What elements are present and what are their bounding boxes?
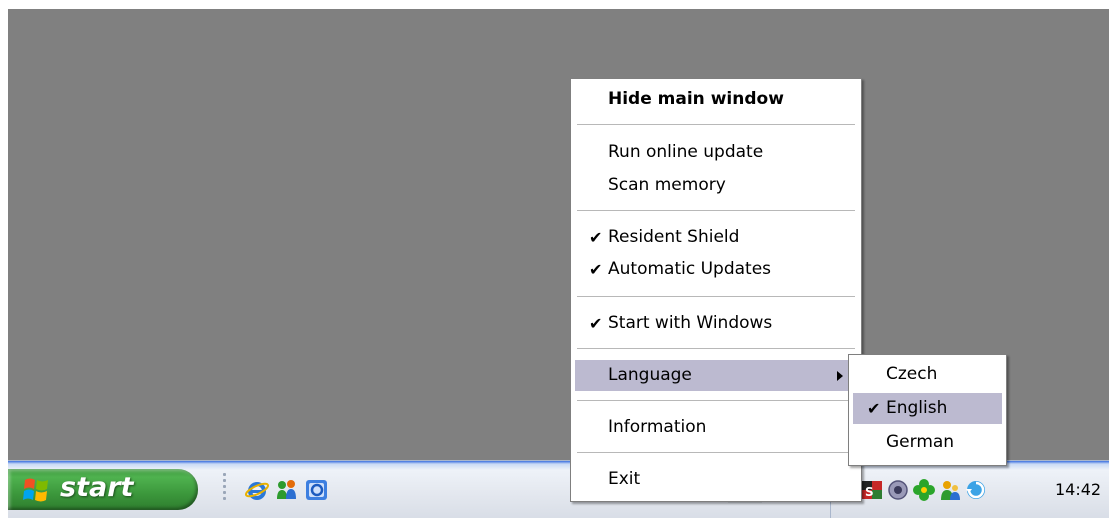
update-tray-icon[interactable] bbox=[965, 479, 987, 501]
check-mark-icon: ✔ bbox=[589, 228, 603, 247]
menu-item-label: Automatic Updates bbox=[608, 259, 772, 279]
taskbar: start EN S bbox=[8, 460, 1109, 518]
network-users-tray-icon[interactable] bbox=[939, 479, 961, 501]
sound-tray-icon[interactable] bbox=[887, 479, 909, 501]
menu-separator bbox=[577, 124, 855, 125]
msn-messenger-icon[interactable] bbox=[274, 477, 300, 503]
menu-item-automatic-updates[interactable]: ✔ Automatic Updates bbox=[575, 254, 857, 285]
menu-item-language[interactable]: Language bbox=[575, 360, 857, 391]
menu-item-scan-memory[interactable]: Scan memory bbox=[575, 170, 857, 201]
menu-item-resident-shield[interactable]: ✔ Resident Shield bbox=[575, 222, 857, 253]
submenu-item-czech[interactable]: Czech bbox=[853, 359, 1002, 390]
menu-item-label: Scan memory bbox=[608, 175, 726, 195]
menu-item-hide-main-window[interactable]: Hide main window bbox=[575, 84, 857, 115]
menu-separator bbox=[577, 452, 855, 453]
language-submenu: Czech ✔ English German bbox=[848, 354, 1007, 466]
start-button[interactable]: start bbox=[8, 469, 198, 510]
svg-text:S: S bbox=[865, 485, 874, 499]
menu-item-label: Exit bbox=[608, 469, 641, 489]
submenu-item-english[interactable]: ✔ English bbox=[853, 393, 1002, 424]
submenu-item-label: Czech bbox=[886, 364, 938, 384]
windows-logo-icon bbox=[23, 478, 48, 502]
quick-launch-grip[interactable] bbox=[223, 473, 227, 503]
clover-tray-icon[interactable] bbox=[913, 479, 935, 501]
start-label: start bbox=[60, 472, 134, 503]
menu-item-run-online-update[interactable]: Run online update bbox=[575, 137, 857, 168]
windows-media-icon[interactable] bbox=[304, 477, 330, 503]
menu-separator bbox=[577, 210, 855, 211]
check-mark-icon: ✔ bbox=[867, 399, 881, 418]
clock[interactable]: 14:42 bbox=[1055, 480, 1101, 499]
menu-item-label: Language bbox=[608, 365, 692, 385]
menu-item-label: Hide main window bbox=[608, 89, 784, 109]
menu-item-start-with-windows[interactable]: ✔ Start with Windows bbox=[575, 308, 857, 339]
antivirus-tray-icon[interactable]: S bbox=[861, 479, 883, 501]
internet-explorer-icon[interactable] bbox=[244, 477, 270, 503]
submenu-item-german[interactable]: German bbox=[853, 427, 1002, 458]
menu-item-label: Start with Windows bbox=[608, 313, 773, 333]
submenu-item-label: German bbox=[886, 432, 955, 452]
check-mark-icon: ✔ bbox=[589, 260, 603, 279]
tray-context-menu: Hide main window Run online update Scan … bbox=[570, 78, 862, 502]
submenu-arrow-icon bbox=[837, 371, 843, 381]
menu-item-label: Resident Shield bbox=[608, 227, 740, 247]
menu-separator bbox=[577, 348, 855, 349]
menu-item-information[interactable]: Information bbox=[575, 412, 857, 443]
menu-separator bbox=[577, 400, 855, 401]
menu-item-label: Information bbox=[608, 417, 707, 437]
check-mark-icon: ✔ bbox=[589, 314, 603, 333]
menu-separator bbox=[577, 296, 855, 297]
submenu-item-label: English bbox=[886, 398, 948, 418]
menu-item-label: Run online update bbox=[608, 142, 764, 162]
menu-item-exit[interactable]: Exit bbox=[575, 464, 857, 495]
